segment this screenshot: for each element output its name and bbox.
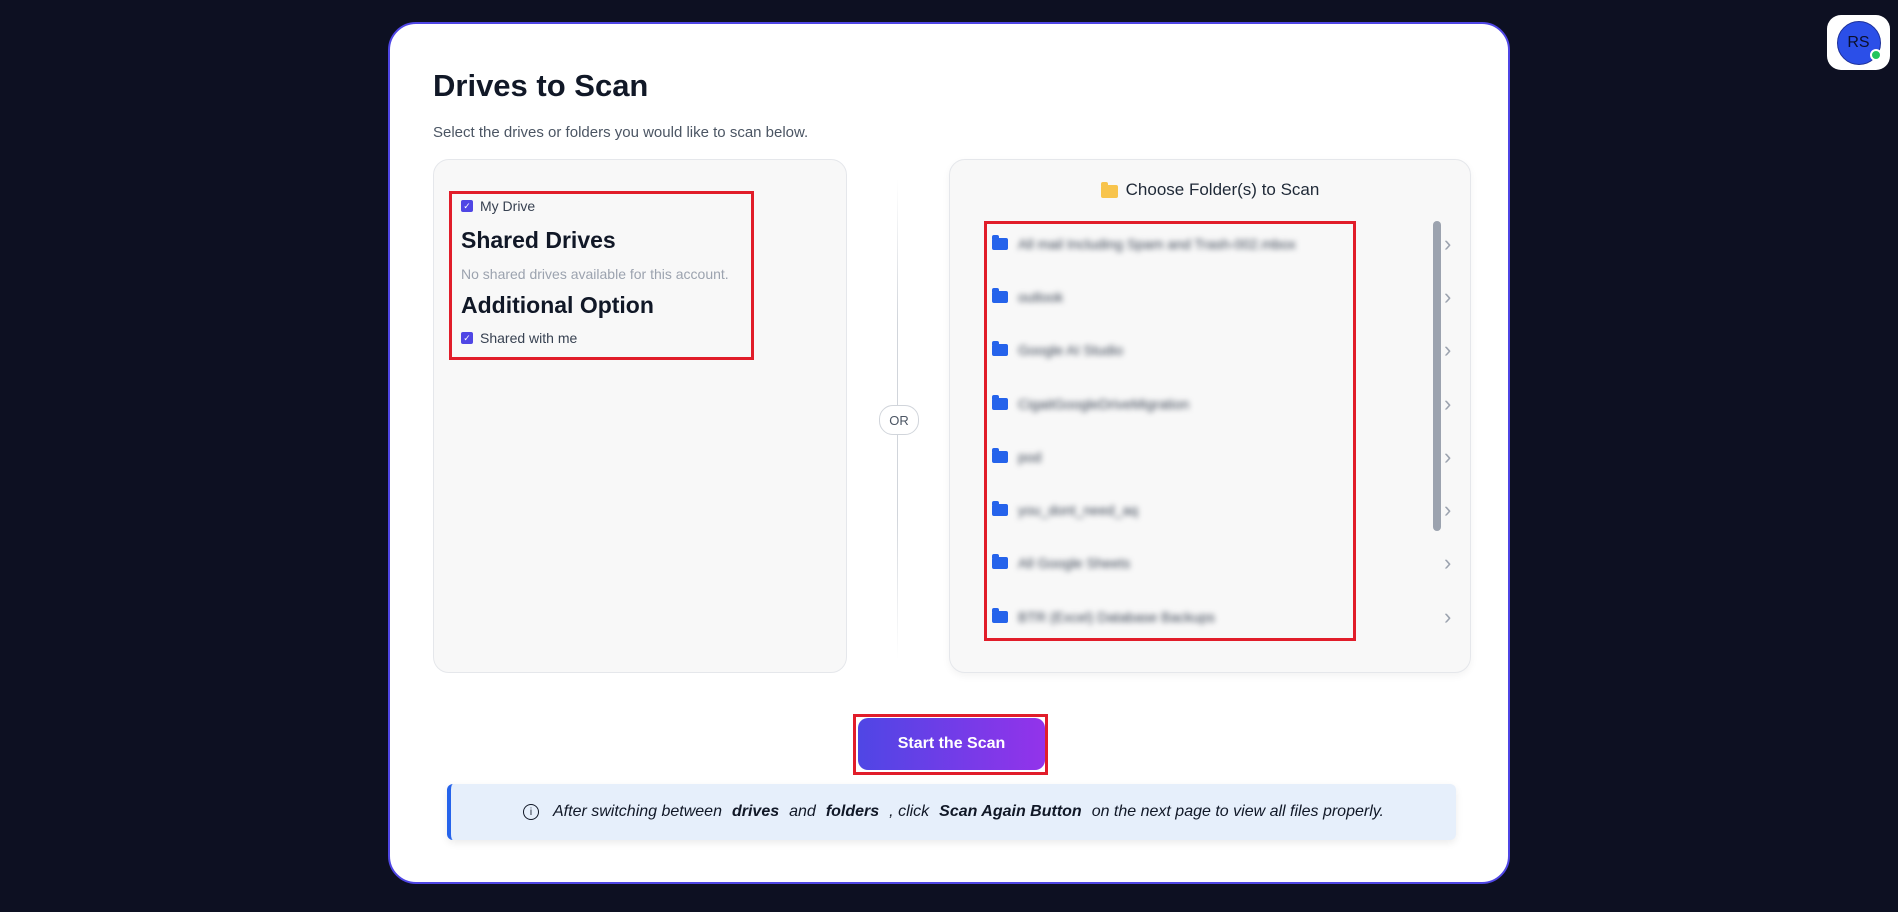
folder-icon: [992, 235, 1008, 250]
shared-with-me-option[interactable]: ✓ Shared with me: [461, 330, 577, 346]
folder-icon: [992, 448, 1008, 463]
info-text-1: After switching between: [553, 803, 722, 820]
folder-name: All Google Sheets: [1018, 555, 1131, 571]
folder-item[interactable]: All mail Including Spam and Trash-002.mb…: [992, 229, 1451, 259]
avatar[interactable]: RS: [1836, 20, 1882, 65]
chevron-right-icon[interactable]: ›: [1444, 284, 1451, 310]
additional-option-heading: Additional Option: [461, 292, 654, 318]
chevron-right-icon[interactable]: ›: [1444, 231, 1451, 257]
chevron-right-icon[interactable]: ›: [1444, 444, 1451, 470]
drives-panel: ✓ My Drive Shared Drives No shared drive…: [433, 159, 847, 673]
start-scan-button[interactable]: Start the Scan: [858, 718, 1045, 770]
info-text-2: and: [789, 803, 816, 820]
folder-icon: [992, 501, 1008, 516]
scan-card: Drives to Scan Select the drives or fold…: [388, 22, 1510, 884]
chevron-right-icon[interactable]: ›: [1444, 337, 1451, 363]
no-shared-drives-text: No shared drives available for this acco…: [461, 266, 729, 282]
folder-name: All mail Including Spam and Trash-002.mb…: [1018, 236, 1296, 252]
folders-panel: Choose Folder(s) to Scan All mail Includ…: [949, 159, 1471, 673]
info-bold-folders: folders: [825, 803, 880, 820]
info-bold-scan-again: Scan Again Button: [939, 803, 1082, 820]
folder-icon: [992, 341, 1008, 356]
folder-icon: [992, 554, 1008, 569]
page-title: Drives to Scan: [433, 68, 649, 103]
folder-item[interactable]: outlook ›: [992, 282, 1451, 312]
folder-name: BTR (Excel) Database Backups: [1018, 609, 1215, 625]
avatar-initials: RS: [1847, 33, 1870, 51]
or-divider-badge: OR: [879, 405, 919, 435]
info-text-4: on the next page to view all files prope…: [1091, 803, 1384, 820]
folder-name: outlook: [1018, 289, 1064, 305]
my-drive-checkbox[interactable]: ✓: [461, 200, 473, 212]
my-drive-option[interactable]: ✓ My Drive: [461, 198, 535, 214]
folder-heading-icon: [1100, 181, 1118, 198]
folder-icon: [992, 395, 1008, 410]
folder-name: you_dont_need_aq: [1018, 502, 1138, 518]
folder-item[interactable]: BTR (Excel) Database Backups ›: [992, 602, 1451, 632]
chevron-right-icon[interactable]: ›: [1444, 497, 1451, 523]
info-bold-drives: drives: [731, 803, 780, 820]
folders-heading-text: Choose Folder(s) to Scan: [1125, 180, 1320, 199]
folder-item[interactable]: All Google Sheets ›: [992, 548, 1451, 578]
folder-name: CigaitGoogleDriveMigration: [1018, 396, 1190, 412]
folders-heading: Choose Folder(s) to Scan: [950, 180, 1470, 200]
shared-with-me-checkbox[interactable]: ✓: [461, 332, 473, 344]
folder-item[interactable]: pod ›: [992, 442, 1451, 472]
info-text-3: , click: [889, 803, 930, 820]
chevron-right-icon[interactable]: ›: [1444, 391, 1451, 417]
shared-with-me-label: Shared with me: [480, 330, 578, 346]
online-status-dot: [1869, 48, 1882, 61]
folder-icon: [992, 288, 1008, 303]
avatar-container[interactable]: RS: [1827, 15, 1890, 70]
folder-name: Google AI Studio: [1018, 342, 1124, 358]
info-banner: i After switching between drives and fol…: [447, 784, 1456, 840]
shared-drives-heading: Shared Drives: [461, 227, 616, 253]
info-icon: i: [523, 804, 539, 820]
chevron-right-icon[interactable]: ›: [1444, 550, 1451, 576]
my-drive-label: My Drive: [480, 198, 536, 214]
folders-scrollbar[interactable]: [1433, 221, 1441, 531]
folder-item[interactable]: you_dont_need_aq ›: [992, 495, 1451, 525]
folder-item[interactable]: Google AI Studio ›: [992, 335, 1451, 365]
chevron-right-icon[interactable]: ›: [1444, 604, 1451, 630]
folder-name: pod: [1018, 449, 1042, 465]
folder-item[interactable]: CigaitGoogleDriveMigration ›: [992, 389, 1451, 419]
page-subtitle: Select the drives or folders you would l…: [433, 124, 809, 141]
folder-icon: [992, 608, 1008, 623]
